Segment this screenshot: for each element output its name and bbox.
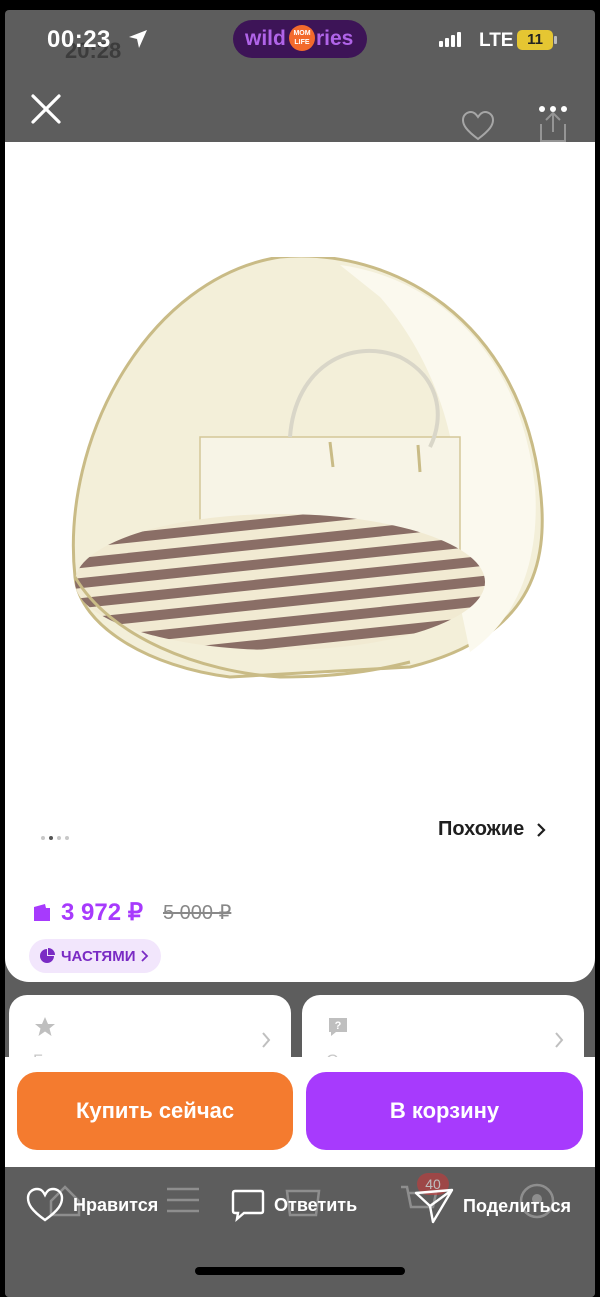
app-frame: 20:28 00:23 wild MOM LIFE ries LTE 11 По… <box>5 10 595 1297</box>
network-type: LTE <box>479 30 514 51</box>
share-label: Поделиться <box>463 1195 572 1216</box>
chat-bubble-icon <box>231 1189 265 1223</box>
share-action[interactable]: Поделиться <box>413 1187 571 1225</box>
installments-badge[interactable]: ЧАСТЯМИ <box>29 939 162 973</box>
price-current: 3 972 ₽ <box>61 899 143 926</box>
bottom-action-bar: 40 Нравится Ответить Поделиться <box>5 1167 595 1297</box>
like-label: Нравится <box>73 1194 159 1215</box>
more-options-button[interactable] <box>533 94 573 124</box>
chevron-right-icon <box>555 1032 564 1048</box>
product-image-tent[interactable] <box>50 257 550 717</box>
star-icon <box>35 1017 55 1036</box>
price-row: 3 972 ₽ 5 000 ₽ <box>31 898 231 927</box>
close-icon <box>31 94 61 124</box>
purchase-panel: Купить сейчас В корзину <box>5 1057 595 1167</box>
like-action[interactable]: Нравится <box>25 1187 158 1223</box>
status-time: 00:23 <box>47 26 111 53</box>
location-arrow-icon <box>129 30 147 48</box>
gallery-dots <box>41 836 69 840</box>
similar-link[interactable]: Похожие <box>438 818 546 841</box>
similar-label: Похожие <box>438 818 525 840</box>
buy-now-button[interactable]: Купить сейчас <box>17 1072 293 1150</box>
home-indicator[interactable] <box>195 1267 405 1275</box>
favorite-heart-icon <box>461 110 495 141</box>
brand-logo: wild MOM LIFE ries <box>233 20 367 58</box>
add-to-cart-button[interactable]: В корзину <box>306 1072 583 1150</box>
battery-icon: 11 <box>517 30 557 50</box>
reply-label: Ответить <box>274 1194 358 1215</box>
signal-icon <box>439 32 461 47</box>
brand-logo-left: wild <box>245 27 286 50</box>
heart-icon <box>26 1187 64 1222</box>
pie-chart-icon <box>40 948 55 963</box>
brand-badge: MOM LIFE <box>289 25 315 51</box>
question-icon: ? <box>329 1018 347 1036</box>
close-button[interactable] <box>23 86 69 132</box>
price-old: 5 000 ₽ <box>163 902 232 924</box>
brand-logo-right: ries <box>316 27 354 50</box>
catalog-ghost-icon <box>167 1187 199 1213</box>
send-icon <box>414 1188 454 1224</box>
svg-text:?: ? <box>335 1020 342 1032</box>
wallet-icon <box>34 903 50 921</box>
chevron-right-icon <box>141 950 149 962</box>
status-bar: 20:28 00:23 wild MOM LIFE ries LTE 11 <box>5 10 595 80</box>
reply-action[interactable]: Ответить <box>230 1187 357 1223</box>
installments-label: ЧАСТЯМИ <box>61 947 136 965</box>
chevron-right-icon <box>537 822 546 837</box>
chevron-right-icon <box>262 1032 271 1048</box>
product-card: Похожие 3 972 ₽ 5 000 ₽ ЧАСТЯМИ <box>5 142 595 982</box>
top-bar <box>5 80 595 142</box>
